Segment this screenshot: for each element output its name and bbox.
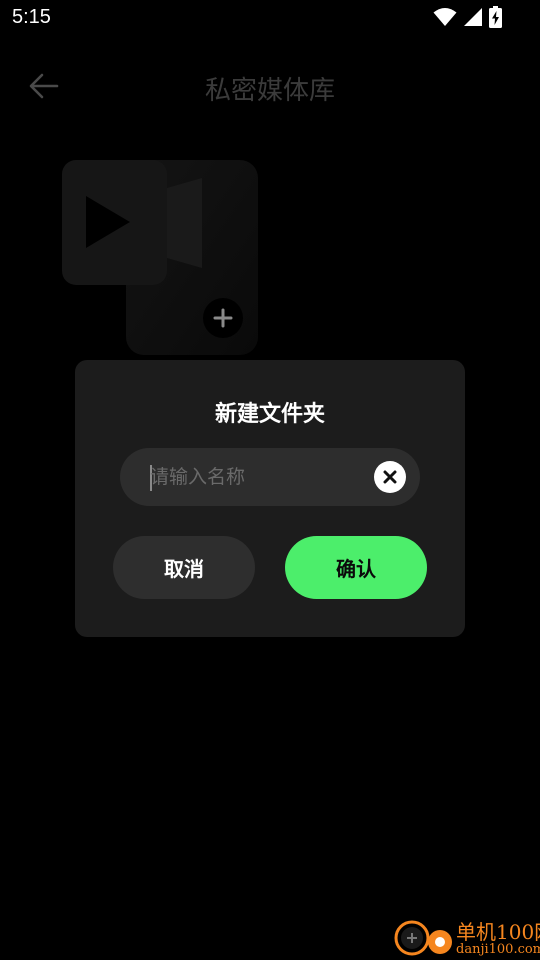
site-watermark: 单机100网 danji100.com: [386, 910, 540, 960]
page-title: 私密媒体库: [204, 76, 335, 106]
add-media-button[interactable]: [203, 298, 243, 338]
watermark-logo-icon: [394, 920, 452, 956]
folder-name-field[interactable]: [120, 448, 420, 506]
status-bar: 5:15: [0, 0, 540, 36]
new-folder-dialog: 新建文件夹 取消 确认: [75, 360, 465, 637]
signal-icon: [464, 8, 482, 26]
plus-icon: [213, 308, 233, 328]
status-time: 5:15: [12, 6, 51, 28]
close-icon: [383, 470, 397, 484]
dialog-title: 新建文件夹: [214, 402, 325, 427]
status-icons: [433, 6, 502, 28]
confirm-button[interactable]: 确认: [285, 536, 427, 599]
watermark-name: 单机100网: [456, 920, 540, 944]
clear-input-button[interactable]: [374, 461, 406, 493]
app-header: 私密媒体库: [0, 56, 540, 116]
cancel-button[interactable]: 取消: [113, 536, 255, 599]
wifi-icon: [433, 8, 457, 26]
battery-charging-icon: [489, 6, 502, 28]
folder-name-input[interactable]: [150, 448, 365, 506]
watermark-url: danji100.com: [456, 942, 540, 957]
